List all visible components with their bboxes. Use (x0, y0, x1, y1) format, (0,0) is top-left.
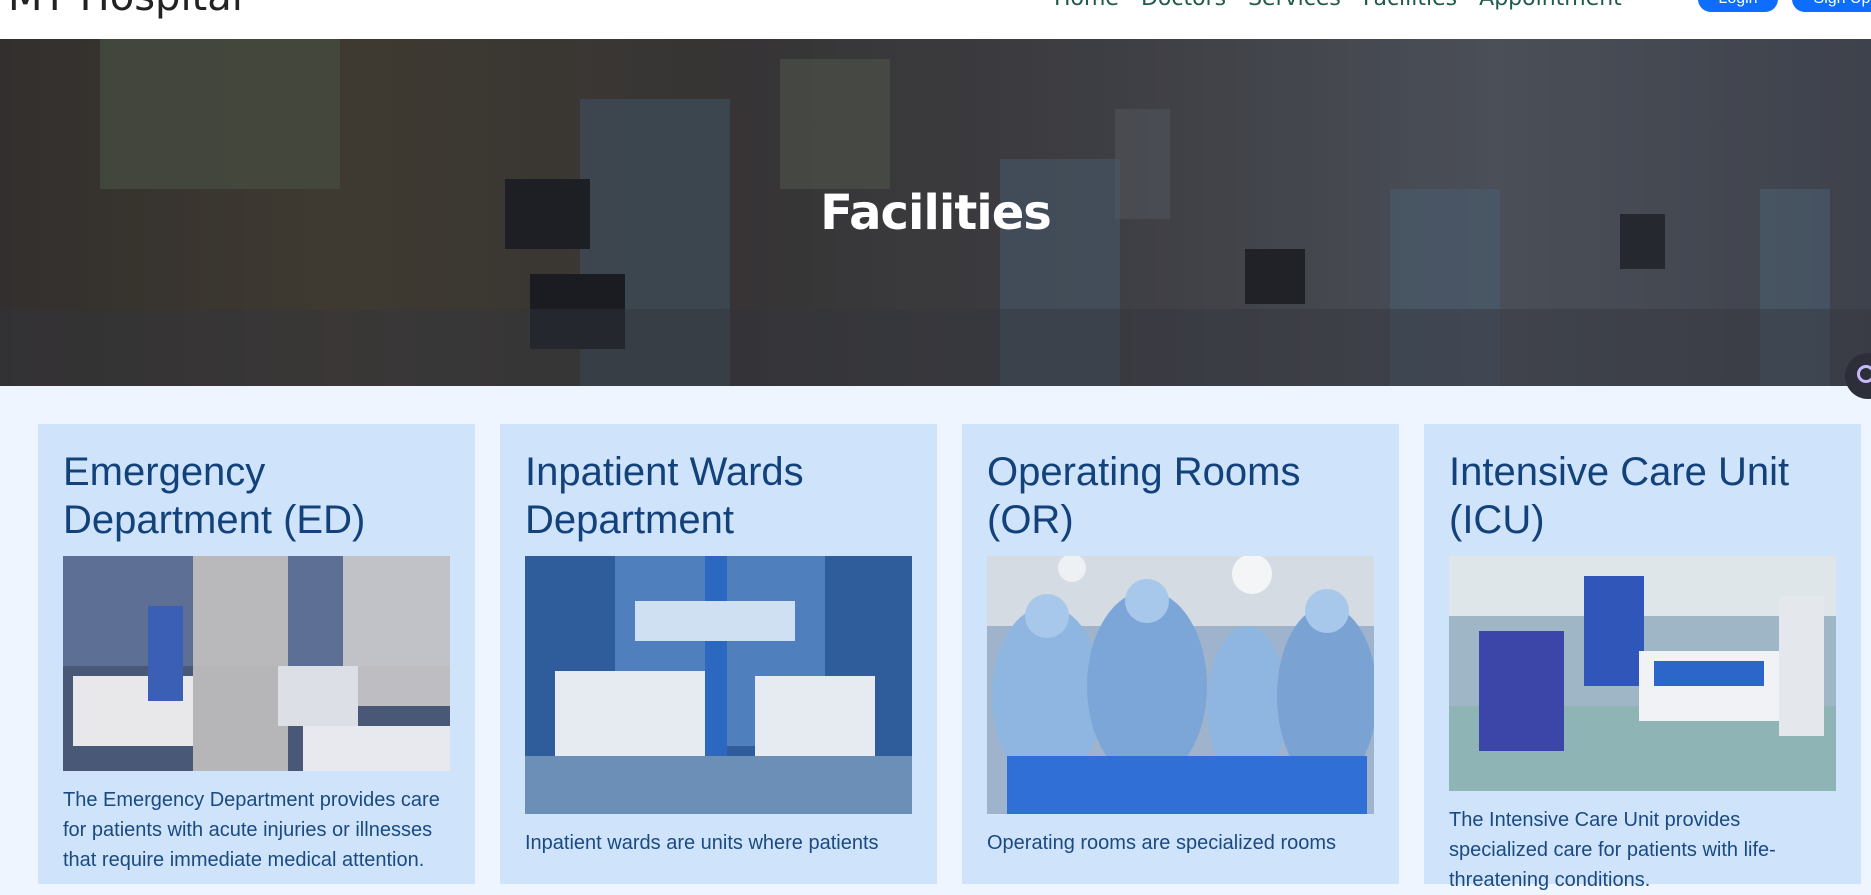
facility-card-operating: Operating Rooms (OR) Operating rooms are… (962, 424, 1399, 884)
emergency-department-image (63, 556, 450, 771)
signup-button[interactable]: Sign Up (1792, 0, 1871, 12)
card-title: Emergency Department (ED) (63, 450, 366, 542)
navbar: MY Hospital Home Doctors Services Facili… (0, 0, 1871, 39)
operating-room-image (987, 556, 1374, 814)
login-button[interactable]: Login (1698, 0, 1778, 12)
brand-logo[interactable]: MY Hospital (8, 0, 243, 20)
card-description: The Emergency Department provides care f… (63, 789, 440, 871)
nav-link-services[interactable]: Services (1248, 0, 1341, 11)
card-title: Intensive Care Unit (ICU) (1449, 450, 1790, 542)
nav-link-doctors[interactable]: Doctors (1141, 0, 1226, 11)
hero-banner: Facilities (0, 39, 1871, 386)
facility-card-icu: Intensive Care Unit (ICU) The Intensive … (1424, 424, 1861, 891)
nav-link-facilities[interactable]: Facilities (1363, 0, 1457, 11)
facility-card-emergency: Emergency Department (ED) The Emergency … (38, 424, 475, 884)
card-title: Operating Rooms (OR) (987, 450, 1301, 542)
card-title: Inpatient Wards Department (525, 450, 804, 542)
card-description: Inpatient wards are units where patients (525, 832, 879, 854)
inpatient-ward-image (525, 556, 912, 814)
card-description: Operating rooms are specialized rooms (987, 832, 1337, 854)
intensive-care-unit-image (1449, 556, 1836, 791)
facility-card-inpatient: Inpatient Wards Department Inpatient war… (500, 424, 937, 884)
nav-link-appointment[interactable]: Appointment (1479, 0, 1622, 11)
facilities-card-list: Emergency Department (ED) The Emergency … (38, 424, 1861, 891)
card-description: The Intensive Care Unit provides special… (1449, 809, 1776, 891)
nav-links: Home Doctors Services Facilities Appoint… (1054, 0, 1622, 11)
nav-link-home[interactable]: Home (1054, 0, 1119, 11)
page-title: Facilities (820, 185, 1052, 241)
